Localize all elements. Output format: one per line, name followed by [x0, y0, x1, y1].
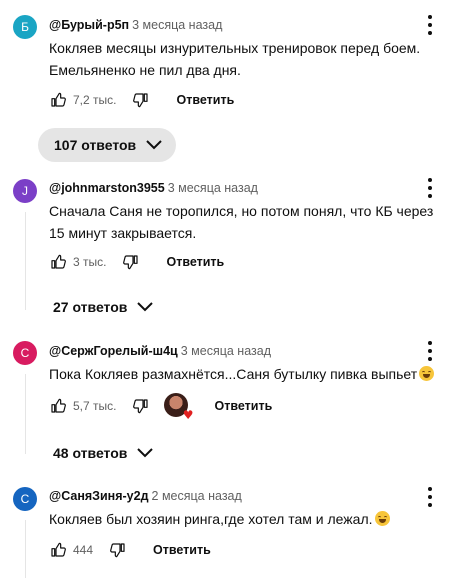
comment-text-line: Кокляев месяцы изнурительных тренировок … — [49, 40, 421, 56]
avatar[interactable]: Б — [13, 15, 37, 39]
like-count: 5,7 тыс. — [73, 399, 117, 413]
replies-count-label: 107 ответов — [54, 137, 137, 153]
show-replies-button[interactable]: 107 ответов — [38, 128, 177, 162]
comment-text: Кокляев месяцы изнурительных тренировок … — [49, 37, 420, 81]
reply-button[interactable]: Ответить — [176, 93, 234, 107]
show-replies-button[interactable]: 27 ответов — [53, 296, 154, 318]
like-count: 444 — [73, 543, 94, 557]
more-vert-icon[interactable] — [424, 178, 436, 198]
like-count: 7,2 тыс. — [73, 93, 117, 107]
comment-time[interactable]: 3 месяца назад — [132, 18, 222, 32]
comment-text: Пока Кокляев размахнётся...Саня бутылку … — [49, 363, 435, 385]
comment-author[interactable]: @СаняЗиня-у2д — [49, 489, 149, 503]
thumb-up-icon[interactable] — [49, 253, 67, 271]
chevron-down-icon — [137, 302, 154, 312]
thread-line — [25, 374, 26, 454]
comment-time[interactable]: 3 месяца назад — [181, 344, 271, 358]
comment-header: @Бурый-р5п 3 месяца назад — [49, 18, 222, 32]
like-count: 3 тыс. — [73, 255, 107, 269]
thumb-up-icon[interactable] — [49, 541, 67, 559]
thumb-up-icon[interactable] — [49, 397, 67, 415]
comment-text-line: Сначала Саня не торопился, но потом поня… — [49, 203, 434, 219]
more-vert-icon[interactable] — [424, 15, 436, 35]
show-replies-button[interactable]: 48 ответов — [53, 442, 154, 464]
comment-actions: 444 Ответить — [49, 540, 211, 560]
thumb-down-icon[interactable] — [132, 91, 150, 109]
thread-line — [25, 520, 26, 578]
grinning-emoji — [374, 511, 390, 526]
comment-header: @johnmarston3955 3 месяца назад — [49, 181, 258, 195]
chevron-down-icon — [137, 448, 154, 458]
comment-text-line: Кокляев был хозяин ринга,где хотел там и… — [49, 508, 390, 530]
comment-text: Кокляев был хозяин ринга,где хотел там и… — [49, 508, 390, 530]
more-vert-icon[interactable] — [424, 341, 436, 361]
comment-text: Сначала Саня не торопился, но потом поня… — [49, 200, 433, 244]
comment-author[interactable]: @Бурый-р5п — [49, 18, 129, 32]
replies-count-label: 27 ответов — [53, 299, 128, 315]
comment-actions: 3 тыс. Ответить — [49, 252, 224, 272]
thumb-down-icon[interactable] — [122, 253, 140, 271]
comment-header: @СаняЗиня-у2д 2 месяца назад — [49, 489, 242, 503]
reply-button[interactable]: Ответить — [153, 543, 211, 557]
thumb-down-icon[interactable] — [132, 397, 150, 415]
avatar[interactable]: С — [13, 341, 37, 365]
comment-time[interactable]: 3 месяца назад — [168, 181, 258, 195]
more-vert-icon[interactable] — [424, 487, 436, 507]
comment-actions: 7,2 тыс. Ответить — [49, 90, 234, 110]
thumb-up-icon[interactable] — [49, 91, 67, 109]
comment-time[interactable]: 2 месяца назад — [152, 489, 242, 503]
laughing-emoji — [419, 366, 435, 381]
thread-line — [25, 212, 26, 310]
avatar[interactable]: J — [13, 179, 37, 203]
reply-button[interactable]: Ответить — [214, 399, 272, 413]
reply-button[interactable]: Ответить — [166, 255, 224, 269]
thumb-down-icon[interactable] — [109, 541, 127, 559]
creator-heart-icon: ♥ — [164, 393, 193, 421]
comment-author[interactable]: @johnmarston3955 — [49, 181, 165, 195]
comment-text-line: Емельяненко не пил два дня. — [49, 62, 241, 78]
comment-text-line: Пока Кокляев размахнётся...Саня бутылку … — [49, 363, 435, 385]
comment-author[interactable]: @СержГорелый-ш4ц — [49, 344, 178, 358]
comment-header: @СержГорелый-ш4ц 3 месяца назад — [49, 344, 271, 358]
replies-count-label: 48 ответов — [53, 445, 128, 461]
comment-actions: 5,7 тыс. ♥ Ответить — [49, 393, 272, 421]
avatar[interactable]: С — [13, 487, 37, 511]
chevron-down-icon — [146, 140, 162, 150]
comment-text-line: 15 минут закрывается. — [49, 225, 197, 241]
